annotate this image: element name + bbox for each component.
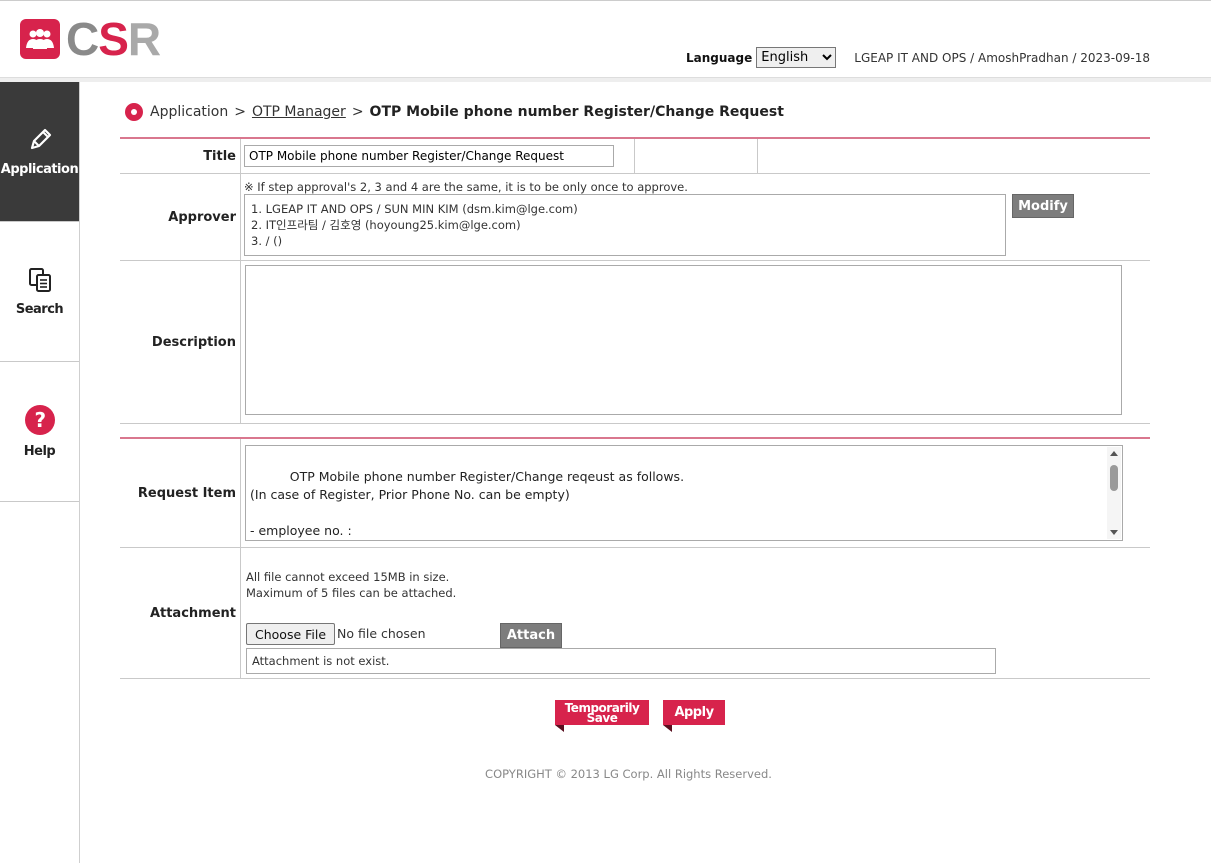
sidebar-item-label: Help (23, 444, 56, 459)
title-row: Title (120, 139, 1150, 174)
approver-row: Approver ※ If step approval's 2, 3 and 4… (120, 174, 1150, 261)
main-content: Application > OTP Manager > OTP Mobile p… (120, 101, 1150, 679)
scroll-down-arrow-icon[interactable] (1110, 530, 1118, 535)
attachment-count-note: Maximum of 5 files can be attached. (246, 586, 457, 600)
title-value-cell (241, 139, 1150, 173)
choose-file-button[interactable]: Choose File (246, 623, 336, 645)
breadcrumb: Application > OTP Manager > OTP Mobile p… (120, 101, 1150, 123)
scroll-up-arrow-icon[interactable] (1110, 451, 1118, 456)
approver-value-cell: ※ If step approval's 2, 3 and 4 are the … (241, 174, 1150, 260)
request-item-text: OTP Mobile phone number Register/Change … (250, 469, 685, 538)
people-group-icon (20, 19, 60, 59)
top-bar: Language English LGEAP IT AND OPS / Amos… (686, 47, 1150, 68)
sidebar: Application Search ? Help (0, 82, 80, 863)
sidebar-item-help[interactable]: ? Help (0, 362, 79, 502)
attachment-label: Attachment (120, 548, 241, 678)
sidebar-item-search[interactable]: Search (0, 222, 79, 362)
title-input[interactable] (244, 145, 614, 167)
question-icon: ? (24, 404, 56, 440)
user-info: LGEAP IT AND OPS / AmoshPradhan / 2023-0… (854, 50, 1150, 65)
no-file-chosen-text: No file chosen (337, 626, 426, 641)
pencil-icon (26, 126, 54, 158)
request-item-scrollbar[interactable] (1107, 447, 1121, 539)
request-form: Title Approver ※ If step approval's 2, 3… (120, 137, 1150, 679)
approver-list: 1. LGEAP IT AND OPS / SUN MIN KIM (dsm.k… (244, 194, 1006, 256)
attachment-list: Attachment is not exist. (246, 648, 996, 674)
attachment-size-note: All file cannot exceed 15MB in size. (246, 570, 450, 584)
request-item-label: Request Item (120, 439, 241, 547)
csr-logo[interactable]: CSR (20, 13, 161, 65)
bullet-icon (125, 103, 143, 121)
sidebar-item-label: Search (15, 302, 64, 317)
request-item-value-cell: OTP Mobile phone number Register/Change … (241, 439, 1150, 547)
approver-label: Approver (120, 174, 241, 260)
attachment-note: All file cannot exceed 15MB in size. Max… (246, 569, 456, 601)
description-textarea[interactable] (245, 265, 1122, 415)
modify-button[interactable]: Modify (1012, 194, 1074, 218)
approver-item: 3. / () (251, 234, 283, 248)
breadcrumb-separator: > (351, 104, 364, 120)
description-value-cell (241, 261, 1150, 423)
approver-item: 1. LGEAP IT AND OPS / SUN MIN KIM (dsm.k… (251, 202, 578, 216)
language-label: Language (686, 50, 753, 65)
temporarily-save-button[interactable]: Temporarily Save (555, 700, 649, 732)
approver-item: 2. IT인프라팀 / 김호영 (hoyoung25.kim@lge.com) (251, 218, 521, 232)
approver-note: ※ If step approval's 2, 3 and 4 are the … (244, 180, 688, 194)
temporarily-save-label: Temporarily Save (565, 702, 640, 725)
copyright-text: COPYRIGHT © 2013 LG Corp. All Rights Res… (485, 767, 772, 781)
apply-button[interactable]: Apply (663, 700, 725, 732)
breadcrumb-separator: > (234, 104, 246, 120)
attachment-row: Attachment All file cannot exceed 15MB i… (120, 548, 1150, 679)
language-select[interactable]: English (756, 47, 837, 68)
breadcrumb-current: OTP Mobile phone number Register/Change … (369, 104, 784, 120)
description-label: Description (120, 261, 241, 423)
title-label: Title (120, 139, 241, 173)
header-divider (0, 77, 1211, 82)
sidebar-item-application[interactable]: Application (0, 82, 79, 222)
documents-icon (26, 266, 54, 298)
temporarily-save-line2: Save (586, 710, 618, 725)
breadcrumb-otp-manager-link[interactable]: OTP Manager (252, 104, 346, 120)
form-actions: Temporarily Save Apply (555, 700, 725, 732)
description-row: Description (120, 261, 1150, 424)
attach-button[interactable]: Attach (500, 623, 562, 648)
request-item-row: Request Item OTP Mobile phone number Reg… (120, 437, 1150, 548)
scroll-thumb[interactable] (1110, 465, 1118, 491)
sidebar-item-label: Application (0, 162, 79, 177)
attachment-value-cell: All file cannot exceed 15MB in size. Max… (241, 548, 1150, 678)
request-item-textarea[interactable]: OTP Mobile phone number Register/Change … (245, 445, 1123, 541)
title-extra-cell (634, 139, 758, 173)
svg-text:?: ? (34, 408, 45, 432)
breadcrumb-root: Application (150, 104, 229, 120)
logo-text: CSR (66, 13, 161, 65)
